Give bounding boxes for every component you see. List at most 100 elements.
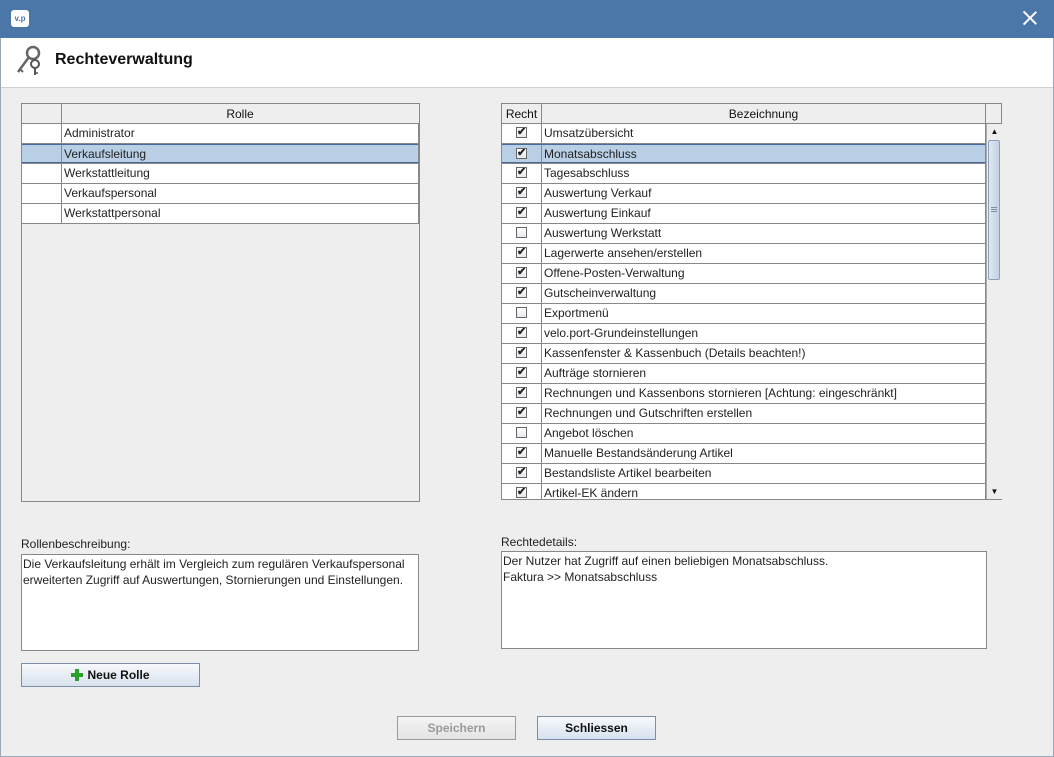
right-row[interactable]: ✔ Gutscheinverwaltung (502, 284, 986, 304)
right-label: Lagerwerte ansehen/erstellen (542, 244, 986, 263)
right-row[interactable]: ✔ Manuelle Bestandsänderung Artikel (502, 444, 986, 464)
right-row[interactable]: ✔ Kassenfenster & Kassenbuch (Details bea… (502, 344, 986, 364)
right-label: Offene-Posten-Verwaltung (542, 264, 986, 283)
checkmark-icon: ✔ (517, 446, 527, 458)
column-header-recht[interactable]: Recht (502, 104, 542, 123)
column-header-rolle[interactable]: Rolle (62, 104, 418, 123)
right-details-line: Der Nutzer hat Zugriff auf einen beliebi… (503, 554, 829, 568)
right-row[interactable]: ✔ velo.port-Grundeinstellungen (502, 324, 986, 344)
close-icon[interactable] (1020, 8, 1040, 28)
right-row[interactable]: ✔ Rechnungen und Gutschriften erstellen (502, 404, 986, 424)
right-checkbox-cell: ✔ (502, 204, 542, 223)
checkmark-icon: ✔ (517, 346, 527, 358)
right-checkbox[interactable]: ✔ (516, 186, 527, 198)
checkmark-icon: ✔ (517, 406, 527, 418)
roles-table[interactable]: Rolle Administrator Verkaufsleitung Werkst… (21, 103, 420, 502)
role-name: Verkaufsleitung (62, 144, 419, 163)
right-row[interactable]: ✔ Bestandsliste Artikel bearbeiten (502, 464, 986, 484)
rights-table-body: ✔ Umsatzübersicht ✔ Monatsabschluss ✔ Tagesab… (502, 124, 986, 499)
scroll-up-icon[interactable]: ▲ (987, 124, 1002, 139)
checkmark-icon: ✔ (517, 486, 527, 498)
right-label: Tagesabschluss (542, 164, 986, 183)
right-checkbox[interactable]: ✔ (516, 206, 527, 218)
right-checkbox-cell: ✔ (502, 324, 542, 343)
page-title: Rechteverwaltung (55, 51, 193, 68)
new-role-button[interactable]: Neue Rolle (21, 663, 200, 687)
role-description-line: Die Verkaufsleitung erhält im Vergleich … (23, 557, 405, 571)
save-button[interactable]: Speichern (397, 716, 516, 740)
scrollbar-thumb[interactable] (988, 140, 1000, 280)
role-row[interactable]: Werkstattpersonal (22, 204, 419, 224)
right-checkbox[interactable]: ✔ (516, 166, 527, 178)
right-row[interactable]: ✔ Artikel-EK ändern (502, 484, 986, 499)
right-checkbox[interactable] (516, 427, 527, 438)
right-label: Rechnungen und Kassenbons stornieren [Ac… (542, 384, 986, 403)
rights-scrollbar[interactable]: ▲ ▼ (986, 124, 1002, 499)
plus-icon (71, 669, 84, 681)
roles-table-body: Administrator Verkaufsleitung Werkstattlei… (22, 124, 419, 501)
checkmark-icon: ✔ (517, 147, 527, 159)
right-row[interactable]: ✔ Offene-Posten-Verwaltung (502, 264, 986, 284)
checkmark-icon: ✔ (517, 366, 527, 378)
right-checkbox-cell: ✔ (502, 184, 542, 203)
role-row-marker (22, 144, 62, 163)
column-header-bezeichnung[interactable]: Bezeichnung (542, 104, 986, 123)
right-checkbox[interactable]: ✔ (516, 386, 527, 398)
role-row[interactable]: Verkaufspersonal (22, 184, 419, 204)
right-label: Gutscheinverwaltung (542, 284, 986, 303)
right-checkbox-cell: ✔ (502, 464, 542, 483)
right-label: Angebot löschen (542, 424, 986, 443)
checkmark-icon: ✔ (517, 466, 527, 478)
right-details-field[interactable]: Der Nutzer hat Zugriff auf einen beliebi… (501, 551, 987, 649)
role-row-marker (22, 184, 62, 203)
right-row[interactable]: ✔ Auswertung Einkauf (502, 204, 986, 224)
right-row[interactable]: ✔ Auswertung Verkauf (502, 184, 986, 204)
right-label: Exportmenü (542, 304, 986, 323)
right-row[interactable]: ✔ Rechnungen und Kassenbons stornieren [A… (502, 384, 986, 404)
right-checkbox[interactable] (516, 307, 527, 318)
right-row[interactable]: Angebot löschen (502, 424, 986, 444)
right-row[interactable]: Auswertung Werkstatt (502, 224, 986, 244)
right-checkbox-cell: ✔ (502, 124, 542, 143)
right-label: Artikel-EK ändern (542, 484, 986, 499)
column-header-select[interactable] (22, 104, 62, 123)
close-button[interactable]: Schliessen (537, 716, 656, 740)
right-checkbox[interactable]: ✔ (516, 126, 527, 138)
right-checkbox[interactable]: ✔ (516, 346, 527, 358)
right-checkbox-cell: ✔ (502, 404, 542, 423)
rights-table[interactable]: Recht Bezeichnung ✔ Umsatzübersicht ✔ Monat… (501, 103, 1002, 500)
right-row[interactable]: ✔ Umsatzübersicht (502, 124, 986, 144)
checkmark-icon: ✔ (517, 186, 527, 198)
right-label: Aufträge stornieren (542, 364, 986, 383)
right-row[interactable]: ✔ Tagesabschluss (502, 164, 986, 184)
right-label: Auswertung Verkauf (542, 184, 986, 203)
right-row[interactable]: Exportmenü (502, 304, 986, 324)
right-checkbox[interactable] (516, 227, 527, 238)
right-label: Manuelle Bestandsänderung Artikel (542, 444, 986, 463)
checkmark-icon: ✔ (517, 206, 527, 218)
role-row[interactable]: Verkaufsleitung (22, 144, 419, 164)
right-checkbox[interactable]: ✔ (516, 246, 527, 258)
role-row[interactable]: Administrator (22, 124, 419, 144)
right-checkbox[interactable]: ✔ (516, 266, 527, 278)
right-checkbox[interactable]: ✔ (516, 446, 527, 458)
right-checkbox[interactable]: ✔ (516, 286, 527, 298)
dialog-header: Rechteverwaltung (0, 38, 1054, 88)
right-checkbox[interactable]: ✔ (516, 147, 527, 159)
right-checkbox-cell: ✔ (502, 164, 542, 183)
right-row[interactable]: ✔ Monatsabschluss (502, 144, 986, 164)
right-checkbox[interactable]: ✔ (516, 486, 527, 498)
right-checkbox-cell: ✔ (502, 384, 542, 403)
right-row[interactable]: ✔ Lagerwerte ansehen/erstellen (502, 244, 986, 264)
role-description-field[interactable]: Die Verkaufsleitung erhält im Vergleich … (21, 554, 419, 651)
right-row[interactable]: ✔ Aufträge stornieren (502, 364, 986, 384)
checkmark-icon: ✔ (517, 126, 527, 138)
right-checkbox[interactable]: ✔ (516, 366, 527, 378)
title-bar: v.p (0, 0, 1054, 38)
checkmark-icon: ✔ (517, 246, 527, 258)
right-checkbox[interactable]: ✔ (516, 326, 527, 338)
right-checkbox[interactable]: ✔ (516, 466, 527, 478)
right-checkbox[interactable]: ✔ (516, 406, 527, 418)
scroll-down-icon[interactable]: ▼ (987, 484, 1002, 499)
role-row[interactable]: Werkstattleitung (22, 164, 419, 184)
